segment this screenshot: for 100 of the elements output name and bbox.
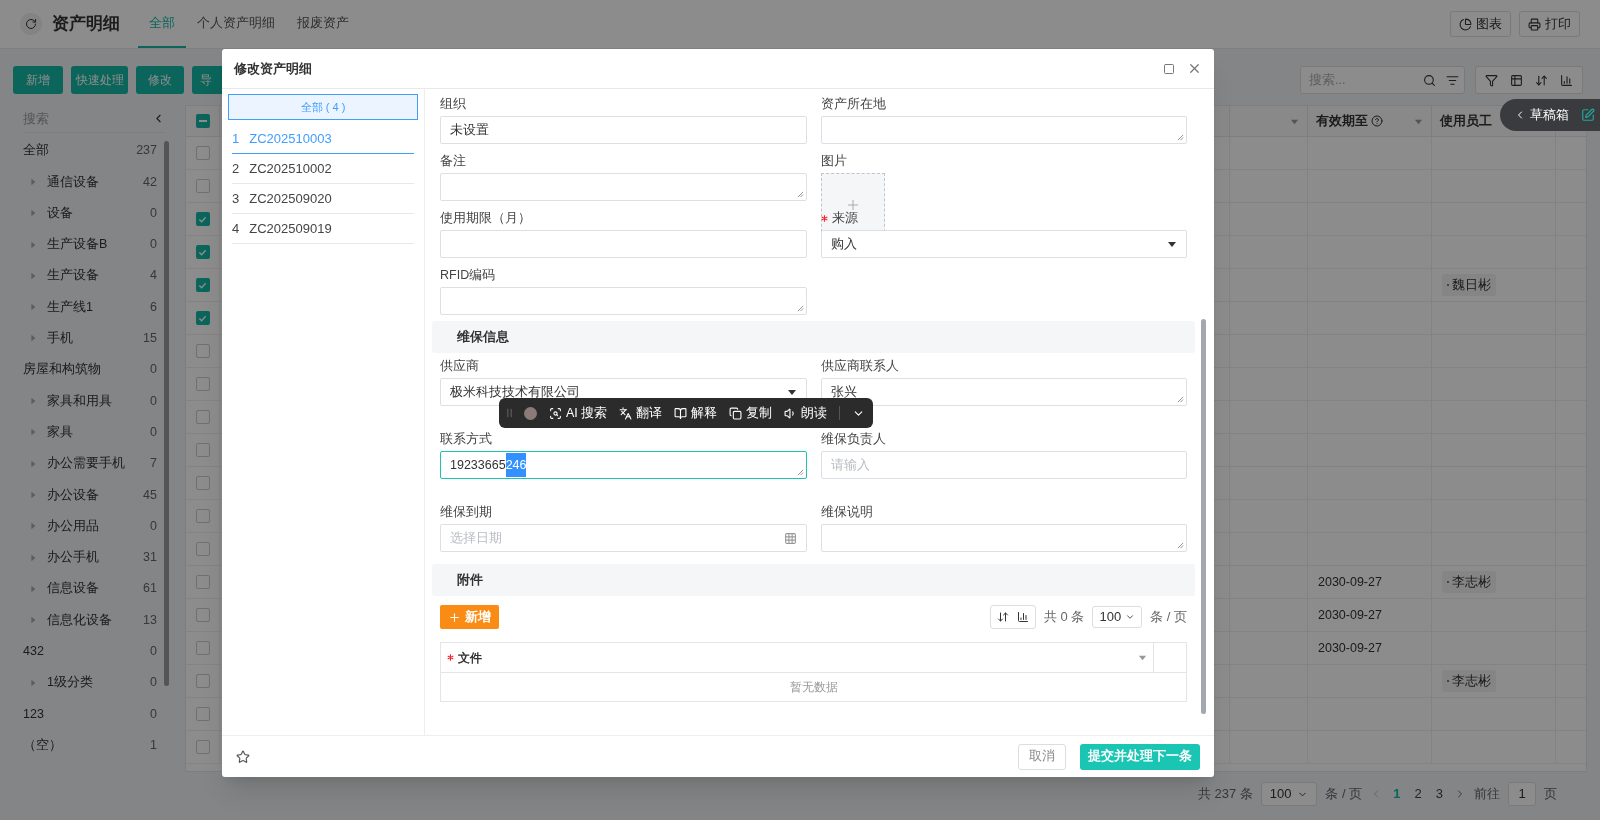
- column-header[interactable]: 有效期至: [1308, 106, 1432, 136]
- tree-item[interactable]: 信息设备 61: [23, 573, 157, 605]
- tree-item[interactable]: （空） 1: [23, 729, 157, 761]
- select-field[interactable]: 购入: [820, 230, 1187, 258]
- resize-handle-icon[interactable]: [796, 305, 804, 312]
- filter-list-icon[interactable]: [1446, 73, 1459, 87]
- page-size-select[interactable]: 100: [1260, 782, 1318, 806]
- tree-item[interactable]: 家具和用具 0: [23, 385, 157, 417]
- row-checkbox[interactable]: [195, 641, 210, 655]
- sort-icon[interactable]: [997, 611, 1009, 623]
- draft-box-button[interactable]: 草稿箱: [1500, 99, 1600, 131]
- column-header[interactable]: 文件: [441, 643, 1154, 672]
- header-button[interactable]: 打印: [1519, 11, 1580, 37]
- toolbar-action[interactable]: AI 搜索: [549, 403, 608, 423]
- bar-chart-icon[interactable]: [1560, 73, 1573, 87]
- page-input[interactable]: 1: [1508, 782, 1536, 806]
- tree-item[interactable]: 信息化设备 13: [23, 604, 157, 636]
- page-size-select[interactable]: 100: [1092, 606, 1143, 628]
- record-item[interactable]: 3 ZC202509020: [232, 184, 414, 214]
- resize-handle-icon[interactable]: [796, 469, 804, 476]
- refresh-button[interactable]: [20, 13, 42, 35]
- search-icon: [549, 406, 562, 420]
- tree-item[interactable]: 通信设备 42: [23, 166, 157, 198]
- scrollbar-thumb[interactable]: [1201, 319, 1206, 714]
- table-icon[interactable]: [1510, 73, 1523, 87]
- row-checkbox[interactable]: [195, 377, 210, 391]
- tree-item[interactable]: 123 0: [23, 698, 157, 730]
- total-count: 共 237 条: [1197, 785, 1253, 804]
- row-checkbox[interactable]: [195, 344, 210, 358]
- section-header: 维保信息: [432, 321, 1195, 353]
- record-item[interactable]: 1 ZC202510003: [232, 124, 414, 154]
- header-checkbox[interactable]: [195, 114, 210, 128]
- toolbar-action[interactable]: 翻译: [619, 403, 663, 423]
- row-checkbox[interactable]: [195, 542, 210, 556]
- all-records-button[interactable]: 全部 ( 4 ): [228, 94, 418, 120]
- toolbar-action[interactable]: 解释: [674, 403, 718, 423]
- page-number[interactable]: 2: [1411, 784, 1425, 804]
- tree-item[interactable]: 全部 237: [23, 135, 157, 167]
- resize-handle-icon[interactable]: [1177, 396, 1184, 403]
- row-checkbox[interactable]: [195, 476, 210, 490]
- cancel-button[interactable]: 取消: [1018, 743, 1066, 770]
- text-area[interactable]: [440, 287, 807, 315]
- row-checkbox[interactable]: [195, 146, 210, 160]
- tab[interactable]: 个人资产明细: [186, 0, 286, 48]
- search-icon[interactable]: [1423, 73, 1436, 87]
- row-checkbox[interactable]: [195, 575, 210, 589]
- resize-handle-icon[interactable]: [1177, 134, 1184, 141]
- record-item[interactable]: 4 ZC202509019: [232, 214, 414, 244]
- text-area[interactable]: 张兴: [820, 378, 1187, 406]
- text-area[interactable]: 19233665246: [440, 451, 807, 479]
- scrollbar-thumb[interactable]: [164, 141, 169, 686]
- row-checkbox[interactable]: [195, 278, 210, 292]
- tree-item[interactable]: 432 0: [23, 635, 157, 668]
- avatar-icon[interactable]: [524, 406, 537, 420]
- tree-item[interactable]: 设备 0: [23, 197, 157, 229]
- employee-tag: 李志彬: [1442, 670, 1496, 692]
- row-checkbox[interactable]: [195, 608, 210, 622]
- star-icon[interactable]: [236, 749, 250, 764]
- field-label: 组织: [440, 95, 466, 113]
- row-checkbox[interactable]: [195, 311, 210, 325]
- record-item[interactable]: 2 ZC202510002: [232, 154, 414, 184]
- row-checkbox[interactable]: [195, 509, 210, 523]
- row-checkbox[interactable]: [195, 212, 210, 226]
- tab[interactable]: 报废资产: [286, 0, 360, 48]
- tree-item[interactable]: 生产设备B 0: [23, 228, 157, 261]
- filter-icon[interactable]: [1485, 73, 1498, 87]
- tree-item[interactable]: 办公设备 45: [23, 479, 157, 511]
- row-checkbox[interactable]: [195, 674, 210, 688]
- toolbar-action[interactable]: 复制: [729, 403, 773, 423]
- row-checkbox[interactable]: [195, 410, 210, 424]
- tree-item[interactable]: 生产线1 6: [23, 291, 157, 323]
- toolbar-action[interactable]: 朗读: [784, 403, 828, 423]
- tree-item[interactable]: 办公用品 0: [23, 510, 157, 542]
- close-icon[interactable]: [1187, 61, 1202, 76]
- caret-icon[interactable]: [1167, 239, 1177, 249]
- tree-item[interactable]: 办公手机 31: [23, 541, 157, 574]
- page-number[interactable]: 3: [1432, 784, 1446, 804]
- row-checkbox[interactable]: [195, 245, 210, 259]
- header-button[interactable]: 图表: [1450, 11, 1511, 37]
- input-field[interactable]: [440, 230, 807, 258]
- tree-item[interactable]: 手机 15: [23, 322, 157, 355]
- tree-item[interactable]: 房屋和构筑物 0: [23, 354, 157, 386]
- input-field[interactable]: 未设置: [440, 116, 807, 144]
- row-checkbox[interactable]: [195, 179, 210, 193]
- text-area[interactable]: [820, 116, 1187, 144]
- row-checkbox[interactable]: [195, 740, 210, 754]
- copy-icon: [729, 406, 743, 420]
- row-checkbox[interactable]: [195, 443, 210, 457]
- text-area[interactable]: [440, 173, 807, 201]
- row-checkbox[interactable]: [195, 707, 210, 721]
- resize-handle-icon[interactable]: [1177, 542, 1184, 549]
- tree-item[interactable]: 家具 0: [23, 416, 157, 448]
- tree-item[interactable]: 办公需要手机 7: [23, 447, 157, 480]
- bar-chart-icon[interactable]: [1017, 611, 1029, 623]
- drag-handle-icon[interactable]: [507, 407, 512, 419]
- resize-handle-icon[interactable]: [796, 191, 804, 198]
- text-area[interactable]: [820, 524, 1187, 552]
- maximize-icon[interactable]: [1163, 62, 1175, 75]
- tree-item[interactable]: 1级分类 0: [23, 667, 157, 699]
- tree-item[interactable]: 生产设备 4: [23, 260, 157, 292]
